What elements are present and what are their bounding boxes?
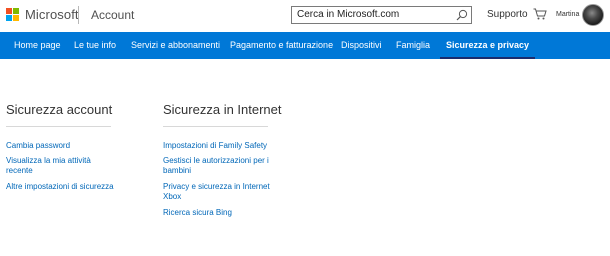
nav-item-payment[interactable]: Pagamento e fatturazione bbox=[230, 32, 333, 59]
family-safety-link[interactable]: Impostazioni di Family Safety bbox=[163, 141, 293, 151]
brand-name[interactable]: Microsoft bbox=[25, 7, 79, 22]
child-permissions-link[interactable]: Gestisci le autorizzazioni per i bambini bbox=[163, 156, 271, 176]
account-security-title: Sicurezza account bbox=[6, 102, 113, 117]
avatar[interactable] bbox=[582, 4, 604, 26]
search-input[interactable]: Cerca in Microsoft.com bbox=[291, 6, 472, 24]
nav-item-family[interactable]: Famiglia bbox=[396, 32, 430, 59]
search-input-text[interactable]: Cerca in Microsoft.com bbox=[297, 9, 399, 20]
nav-item-devices[interactable]: Dispositivi bbox=[341, 32, 382, 59]
shopping-cart-icon[interactable] bbox=[533, 8, 547, 20]
logo-square-blue bbox=[6, 15, 12, 21]
nav-item-your-info[interactable]: Le tue info bbox=[74, 32, 116, 59]
main-nav: Home page Le tue info Servizi e abboname… bbox=[0, 32, 610, 59]
nav-item-services[interactable]: Servizi e abbonamenti bbox=[131, 32, 220, 59]
more-security-settings-link[interactable]: Altre impostazioni di sicurezza bbox=[6, 182, 126, 192]
section-title[interactable]: Account bbox=[91, 8, 134, 22]
logo-square-yellow bbox=[13, 15, 19, 21]
user-name[interactable]: Martina bbox=[556, 11, 579, 18]
support-link[interactable]: Supporto bbox=[487, 9, 528, 20]
change-password-link[interactable]: Cambia password bbox=[6, 141, 116, 151]
search-icon[interactable] bbox=[456, 9, 468, 21]
nav-item-security-privacy[interactable]: Sicurezza e privacy bbox=[439, 32, 536, 59]
internet-security-divider bbox=[163, 126, 268, 127]
nav-item-home[interactable]: Home page bbox=[14, 32, 61, 59]
account-security-divider bbox=[6, 126, 111, 127]
internet-security-title: Sicurezza in Internet bbox=[163, 102, 282, 117]
header-divider bbox=[78, 6, 79, 24]
bing-safe-search-link[interactable]: Ricerca sicura Bing bbox=[163, 208, 273, 218]
microsoft-logo-icon[interactable] bbox=[6, 8, 20, 22]
xbox-privacy-link[interactable]: Privacy e sicurezza in Internet Xbox bbox=[163, 182, 271, 202]
top-header: Microsoft Account Cerca in Microsoft.com… bbox=[0, 0, 610, 31]
logo-square-red bbox=[6, 8, 12, 14]
logo-square-green bbox=[13, 8, 19, 14]
recent-activity-link[interactable]: Visualizza la mia attività recente bbox=[6, 156, 106, 176]
